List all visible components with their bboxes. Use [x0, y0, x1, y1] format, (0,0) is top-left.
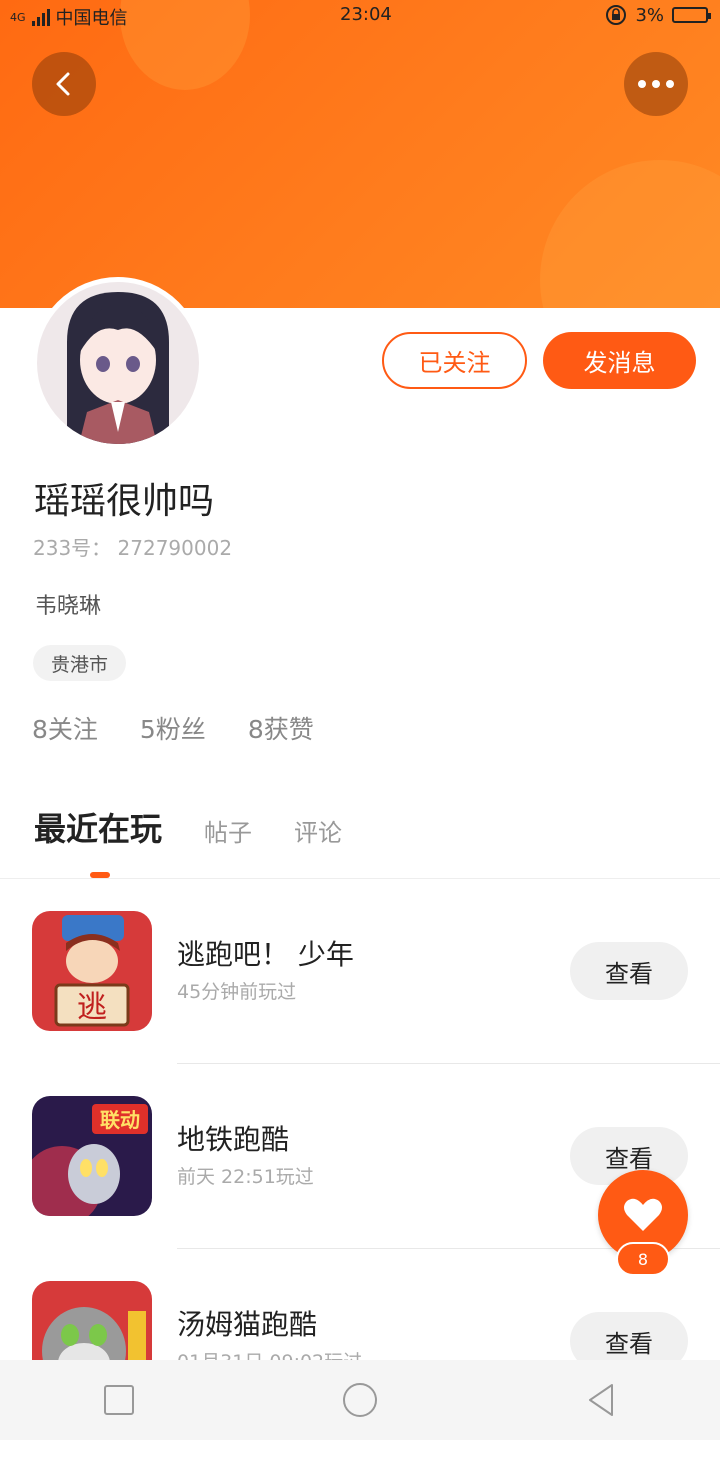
stats-row: 8关注 5粉丝 8获赞: [32, 710, 314, 746]
system-nav-bar: [0, 1360, 720, 1440]
triangle-back-icon[interactable]: [584, 1382, 618, 1418]
view-game-button[interactable]: 查看: [570, 942, 688, 1000]
rotation-lock-icon: [606, 5, 627, 25]
real-name: 韦晓琳: [35, 594, 102, 619]
status-time: 23:04: [340, 4, 392, 25]
network-type: 4G: [10, 10, 26, 24]
divider: [0, 878, 720, 879]
game-list-item[interactable]: 逃 逃跑吧！ 少年 45分钟前玩过 查看: [0, 911, 720, 1096]
circle-icon[interactable]: [341, 1381, 379, 1419]
more-button[interactable]: [624, 52, 688, 116]
back-button[interactable]: [32, 52, 96, 116]
signal-icon: [31, 8, 50, 26]
more-horizontal-icon: [638, 80, 674, 88]
tab-bar: 最近在玩 帖子 评论: [34, 804, 342, 850]
square-icon[interactable]: [102, 1383, 136, 1417]
send-message-button[interactable]: 发消息: [543, 332, 696, 389]
chevron-left-icon: [56, 72, 70, 96]
decorative-bubble: [540, 160, 720, 308]
game-icon-text: 逃: [77, 990, 107, 1025]
location-tag: 贵港市: [33, 645, 127, 681]
game-icon-text: 联动: [100, 1108, 140, 1132]
profile-header-banner: [0, 0, 720, 308]
avatar-image: [37, 282, 199, 444]
tab-recent-play[interactable]: 最近在玩: [34, 804, 162, 850]
battery-icon: [672, 7, 711, 23]
carrier-name: 中国电信: [55, 8, 128, 29]
like-count-badge: 8: [616, 1242, 670, 1276]
game-name: 地铁跑酷: [177, 1123, 290, 1156]
following-count[interactable]: 8关注: [32, 710, 98, 746]
user-id: 233号： 272790002: [33, 536, 233, 560]
likes-count: 8获赞: [247, 715, 314, 744]
username: 瑶瑶很帅吗: [34, 481, 215, 522]
heart-icon: [624, 1198, 662, 1231]
avatar[interactable]: [32, 277, 204, 449]
tab-comments[interactable]: 评论: [294, 813, 342, 850]
game-icon: 联动: [32, 1096, 152, 1216]
fans-count[interactable]: 5粉丝: [140, 710, 206, 746]
divider: [177, 1063, 720, 1064]
game-last-played: 前天 22:51玩过: [177, 1166, 314, 1188]
game-last-played: 45分钟前玩过: [177, 981, 297, 1003]
game-name: 逃跑吧！ 少年: [177, 938, 354, 971]
battery-percent: 3%: [635, 4, 664, 26]
game-name: 汤姆猫跑酷: [177, 1308, 318, 1341]
game-icon: 逃: [32, 911, 152, 1031]
status-bar: 4G 中国电信 23:04 3%: [0, 0, 720, 34]
followed-button[interactable]: 已关注: [382, 332, 527, 389]
tab-posts[interactable]: 帖子: [204, 813, 252, 850]
